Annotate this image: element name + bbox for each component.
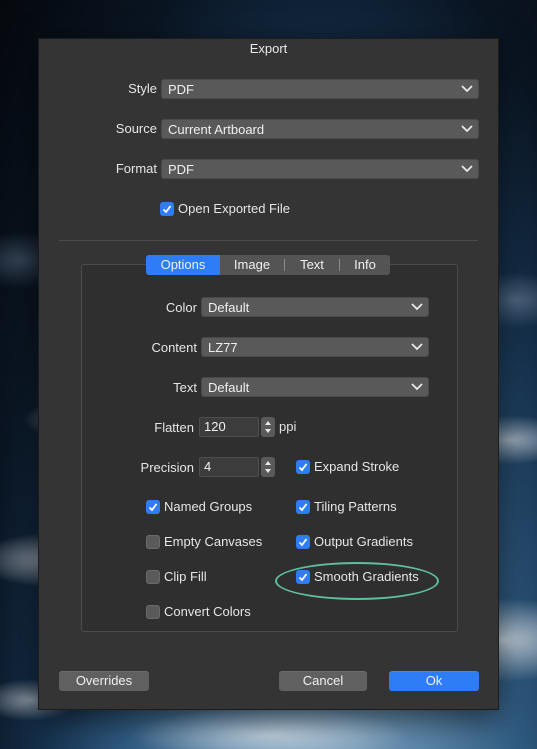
source-select[interactable]: Current Artboard — [161, 119, 479, 139]
export-dialog: Export Style PDF Source Current Artboard… — [38, 38, 499, 710]
tab-text[interactable]: Text — [285, 255, 339, 275]
format-value: PDF — [168, 162, 194, 177]
chevron-down-icon — [461, 125, 473, 133]
checkmark-icon — [162, 205, 172, 214]
chevron-down-icon — [411, 303, 423, 311]
arrow-down-icon — [265, 429, 271, 433]
color-select[interactable]: Default — [201, 297, 429, 317]
checkmark-icon — [298, 463, 308, 472]
output-gradients-label: Output Gradients — [314, 534, 413, 549]
text-select[interactable]: Default — [201, 377, 429, 397]
divider — [59, 240, 478, 241]
empty-canvases-checkbox[interactable] — [146, 535, 160, 549]
flatten-label: Flatten — [154, 420, 194, 435]
tab-image[interactable]: Image — [220, 255, 284, 275]
tab-bar: Options Image Text Info — [146, 255, 390, 275]
checkmark-icon — [298, 503, 308, 512]
flatten-unit: ppi — [279, 419, 297, 434]
text-label: Text — [173, 380, 197, 395]
window-title: Export — [249, 41, 288, 56]
clip-fill-checkbox[interactable] — [146, 570, 160, 584]
arrow-up-icon — [265, 461, 271, 465]
format-label: Format — [115, 161, 157, 176]
output-gradients-checkbox[interactable] — [296, 535, 310, 549]
tiling-patterns-checkbox[interactable] — [296, 500, 310, 514]
color-value: Default — [208, 300, 250, 315]
overrides-button[interactable]: Overrides — [59, 671, 149, 691]
open-exported-file-label: Open Exported File — [178, 201, 291, 216]
tab-options[interactable]: Options — [146, 255, 220, 275]
chevron-down-icon — [461, 165, 473, 173]
expand-stroke-label: Expand Stroke — [314, 459, 400, 474]
ok-button[interactable]: Ok — [389, 671, 479, 691]
text-value: Default — [208, 380, 250, 395]
content-value: LZ77 — [208, 340, 238, 355]
chevron-down-icon — [411, 343, 423, 351]
named-groups-checkbox[interactable] — [146, 500, 160, 514]
style-label: Style — [128, 81, 157, 96]
style-value: PDF — [168, 82, 194, 97]
color-label: Color — [165, 300, 197, 315]
highlight-ellipse — [275, 562, 439, 600]
checkmark-icon — [298, 538, 308, 547]
precision-stepper[interactable] — [261, 457, 275, 477]
open-exported-file-checkbox[interactable] — [160, 202, 174, 216]
expand-stroke-checkbox[interactable] — [296, 460, 310, 474]
clip-fill-label: Clip Fill — [164, 569, 207, 584]
flatten-stepper[interactable] — [261, 417, 275, 437]
chevron-down-icon — [411, 383, 423, 391]
convert-colors-checkbox[interactable] — [146, 605, 160, 619]
content-select[interactable]: LZ77 — [201, 337, 429, 357]
arrow-down-icon — [265, 469, 271, 473]
precision-label: Precision — [140, 460, 194, 475]
source-value: Current Artboard — [168, 122, 265, 137]
checkmark-icon — [148, 503, 158, 512]
format-select[interactable]: PDF — [161, 159, 479, 179]
precision-input[interactable]: 4 — [199, 457, 259, 477]
content-label: Content — [151, 340, 197, 355]
empty-canvases-label: Empty Canvases — [164, 534, 263, 549]
source-label: Source — [115, 121, 157, 136]
style-select[interactable]: PDF — [161, 79, 479, 99]
tiling-patterns-label: Tiling Patterns — [314, 499, 397, 514]
chevron-down-icon — [461, 85, 473, 93]
named-groups-label: Named Groups — [164, 499, 253, 514]
cancel-button[interactable]: Cancel — [279, 671, 367, 691]
tab-info[interactable]: Info — [340, 255, 390, 275]
flatten-input[interactable]: 120 — [199, 417, 259, 437]
arrow-up-icon — [265, 421, 271, 425]
convert-colors-label: Convert Colors — [164, 604, 251, 619]
